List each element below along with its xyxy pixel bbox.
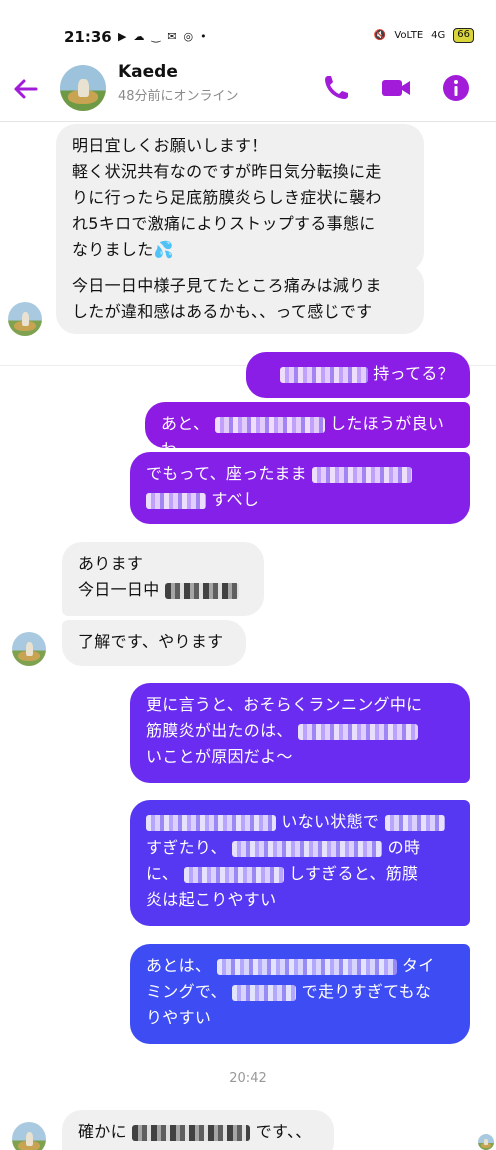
message-text: です、、 — [255, 1122, 312, 1141]
message-text: 持ってる？ — [373, 364, 454, 383]
outgoing-message[interactable]: いない状態で すぎたり、 の時 に、 しすぎると、筋膜 炎は起こりやすい — [130, 800, 470, 926]
chat-header: Kaede 48分前にオンライン — [0, 56, 496, 122]
contact-name[interactable]: Kaede — [118, 62, 178, 82]
message-text: あと、 — [161, 414, 210, 433]
message-line: 炎は起こりやすい — [146, 890, 277, 909]
message-text: でもって、座ったまま — [146, 464, 307, 483]
volte-icon: VoLTE — [394, 30, 424, 41]
message-text: で走りすぎてもな — [301, 982, 432, 1001]
message-line: いことが原因だよ〜 — [146, 747, 293, 766]
sender-avatar[interactable] — [12, 1122, 46, 1150]
redacted-text — [132, 1124, 251, 1141]
redacted-text — [232, 840, 383, 857]
message-text: タイ — [401, 956, 435, 975]
message-line: 今日一日中様子見てたところ痛みは減りま — [72, 276, 382, 295]
notification-icons: ▶ ☁ ‿ ✉ ◎ • — [118, 30, 207, 43]
incoming-message[interactable]: 確かに です、、 — [62, 1110, 334, 1150]
incoming-message[interactable]: あります 今日一日中 — [62, 542, 264, 616]
message-line: なりました💦 — [72, 240, 174, 259]
redacted-text — [384, 814, 445, 831]
status-bar: 21:36 ▶ ☁ ‿ ✉ ◎ • 🔇 VoLTE 4G 66 — [0, 0, 496, 56]
outgoing-message[interactable]: あとは、 タイ ミングで、 で走りすぎてもな りやすい — [130, 944, 470, 1044]
mail-icon: ✉ — [167, 30, 177, 43]
message-text: いない状態で — [281, 812, 380, 831]
outgoing-message[interactable]: 更に言うと、おそらくランニング中に 筋膜炎が出たのは、 いことが原因だよ〜 — [130, 683, 470, 783]
message-line: 今日一日中 — [78, 580, 160, 599]
cloud-icon: ☁ — [133, 30, 145, 43]
message-text: 確かに — [78, 1122, 127, 1141]
redacted-text — [146, 814, 276, 831]
message-line: あります — [78, 554, 144, 573]
message-line: 明日宜しくお願いします！ — [72, 136, 268, 155]
dot-icon: • — [200, 30, 207, 43]
redacted-text — [298, 723, 419, 740]
sender-avatar[interactable] — [12, 632, 46, 666]
back-arrow-icon[interactable] — [10, 74, 40, 104]
phone-call-icon[interactable] — [320, 72, 352, 104]
read-receipt-avatar — [478, 1134, 494, 1150]
message-text: あとは、 — [146, 956, 212, 975]
dash-icon: ‿ — [151, 30, 161, 43]
info-icon[interactable] — [440, 72, 472, 104]
message-timestamp: 20:42 — [229, 1071, 267, 1086]
signal-icon: 4G — [431, 30, 446, 41]
message-line: 筋膜炎が出たのは、 — [146, 721, 293, 740]
message-line: 更に言うと、おそらくランニング中に — [146, 695, 423, 714]
redacted-text — [216, 958, 397, 975]
message-text: すぎたり、 — [146, 838, 227, 857]
message-text: しすぎると、筋膜 — [288, 864, 419, 883]
outgoing-message[interactable]: でもって、座ったまま すべし — [130, 452, 470, 524]
redacted-text — [232, 984, 297, 1001]
incoming-message[interactable]: 今日一日中様子見てたところ痛みは減りま したが違和感はあるかも、、って感じです — [56, 264, 424, 334]
message-line: したが違和感はあるかも、、って感じです — [72, 302, 373, 321]
status-time: 21:36 — [64, 28, 112, 46]
redacted-text — [164, 582, 239, 599]
battery-icon: 66 — [453, 28, 474, 43]
outgoing-message[interactable]: あと、 したほうが良いわ — [145, 402, 470, 459]
mute-icon: 🔇 — [373, 30, 387, 41]
instagram-icon: ◎ — [183, 30, 194, 43]
message-line: りに行ったら足底筋膜炎らしき症状に襲わ — [72, 188, 382, 207]
incoming-message[interactable]: 了解です、やります — [62, 620, 246, 666]
contact-online-status: 48分前にオンライン — [118, 89, 239, 104]
redacted-text — [146, 492, 206, 509]
message-text: の時 — [387, 838, 421, 857]
incoming-message[interactable]: 明日宜しくお願いします！ 軽く状況共有なのですが昨日気分転換に走 りに行ったら足… — [56, 124, 424, 272]
redacted-text — [183, 866, 284, 883]
message-line: 軽く状況共有なのですが昨日気分転換に走 — [72, 162, 382, 181]
redacted-text — [214, 416, 325, 433]
message-text: ミングで、 — [146, 982, 227, 1001]
redacted-text — [312, 466, 413, 483]
message-text: 了解です、やります — [78, 632, 224, 651]
contact-avatar[interactable] — [60, 65, 106, 111]
system-icons: 🔇 VoLTE 4G 66 — [374, 28, 474, 43]
message-line: りやすい — [146, 1008, 212, 1027]
message-text: に、 — [146, 864, 179, 883]
message-text: すべし — [211, 490, 260, 509]
message-line: れ5キロで激痛によりストップする事態に — [72, 214, 376, 233]
youtube-icon: ▶ — [118, 30, 127, 43]
outgoing-message[interactable]: 持ってる？ — [246, 352, 470, 398]
video-call-icon[interactable] — [380, 72, 412, 104]
sender-avatar[interactable] — [8, 302, 42, 336]
redacted-text — [279, 366, 368, 383]
